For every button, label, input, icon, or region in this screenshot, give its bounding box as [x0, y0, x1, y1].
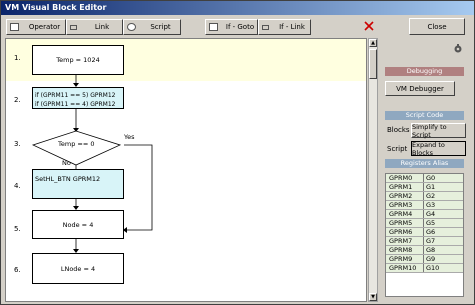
script-label: Script	[150, 23, 171, 31]
no-branch-label: No	[62, 159, 71, 167]
registers-alias-list[interactable]: GPRM0 G0 GPRM1 G1 GPRM2 G2 GPRM3 G3 GPRM4 G4 …	[385, 173, 464, 297]
vm-debugger-button[interactable]: VM Debugger	[385, 81, 455, 96]
canvas-scrollbar[interactable]: ▲ ▼	[368, 38, 378, 302]
flow-block-5[interactable]: Node = 4	[32, 210, 124, 239]
register-row[interactable]: GPRM9 G9	[386, 255, 463, 264]
blocks-label: Blocks	[387, 126, 410, 134]
link-button[interactable]: Link	[66, 19, 123, 35]
row-number: 6.	[14, 266, 21, 274]
script-label: Script	[387, 145, 408, 153]
close-button[interactable]: Close	[409, 18, 465, 35]
condition-diamond	[31, 130, 122, 166]
expand-label: Expand to Blocks	[412, 140, 445, 157]
script-icon	[127, 23, 136, 31]
register-row[interactable]: GPRM0 G0	[386, 174, 463, 183]
vm-debugger-label: VM Debugger	[396, 84, 444, 93]
wrench-icon[interactable]	[453, 44, 463, 54]
if-link-icon	[262, 24, 269, 30]
close-x-icon[interactable]	[363, 20, 375, 32]
if-goto-button[interactable]: If - Goto	[205, 19, 258, 35]
scroll-down-button[interactable]: ▼	[369, 293, 377, 301]
block-text: Node = 4	[62, 220, 94, 229]
row-number: 2.	[14, 96, 21, 104]
block-text: SetHL_BTN GPRM12	[35, 175, 101, 183]
if-link-button[interactable]: If - Link	[258, 19, 311, 35]
flow-block-6[interactable]: LNode = 4	[32, 253, 124, 284]
link-icon	[70, 24, 77, 30]
flow-canvas[interactable]: 1. 2. 3. 4. 5. 6. Temp = 1024 if (GPRM11…	[5, 38, 367, 302]
expand-to-blocks-button[interactable]: Expand to Blocks	[411, 140, 466, 157]
register-row[interactable]: GPRM4 G4	[386, 210, 463, 219]
if-link-label: If - Link	[279, 23, 305, 31]
block-line: if (GPRM11 == 4) GPRM12	[35, 101, 116, 108]
operator-label: Operator	[28, 23, 61, 31]
condition-text[interactable]: Temp == 0	[58, 140, 94, 148]
row-number: 4.	[14, 182, 21, 190]
block-text: LNode = 4	[60, 264, 96, 273]
editor-window: VM Visual Block Editor Operator Link Scr…	[0, 0, 475, 305]
debugging-header: Debugging	[385, 67, 464, 76]
row-number: 1.	[14, 54, 21, 62]
register-row[interactable]: GPRM8 G8	[386, 246, 463, 255]
operator-button[interactable]: Operator	[6, 19, 66, 35]
script-code-header: Script Code	[385, 111, 464, 120]
register-row[interactable]: GPRM2 G2	[386, 192, 463, 201]
operator-icon	[10, 23, 19, 31]
registers-alias-header: Registers Alias	[385, 159, 464, 168]
row-number: 5.	[14, 225, 21, 233]
yes-branch-label: Yes	[124, 133, 135, 141]
register-row[interactable]: GPRM5 G5	[386, 219, 463, 228]
window-title: VM Visual Block Editor	[1, 1, 474, 15]
script-button[interactable]: Script	[123, 19, 181, 35]
flow-block-2[interactable]: if (GPRM11 == 5) GPRM12 if (GPRM11 == 4)…	[32, 87, 124, 109]
flow-block-4[interactable]: SetHL_BTN GPRM12	[32, 169, 124, 199]
scroll-thumb[interactable]	[369, 49, 377, 79]
register-row[interactable]: GPRM10 G10	[386, 264, 463, 273]
simplify-to-script-button[interactable]: Simplify to Script	[411, 122, 466, 139]
row-number: 3.	[14, 140, 21, 148]
if-goto-icon	[209, 23, 218, 31]
register-row[interactable]: GPRM7 G7	[386, 237, 463, 246]
scroll-up-button[interactable]: ▲	[369, 39, 377, 47]
register-row[interactable]: GPRM6 G6	[386, 228, 463, 237]
if-goto-label: If - Goto	[225, 23, 255, 31]
register-row[interactable]: GPRM1 G1	[386, 183, 463, 192]
link-label: Link	[94, 23, 110, 31]
register-row[interactable]: GPRM3 G3	[386, 201, 463, 210]
flow-block-1[interactable]: Temp = 1024	[32, 45, 124, 75]
block-text: Temp = 1024	[56, 56, 100, 64]
simplify-label: Simplify to Script	[412, 122, 447, 139]
block-line: if (GPRM11 == 5) GPRM12	[35, 92, 116, 99]
close-label: Close	[427, 22, 447, 31]
